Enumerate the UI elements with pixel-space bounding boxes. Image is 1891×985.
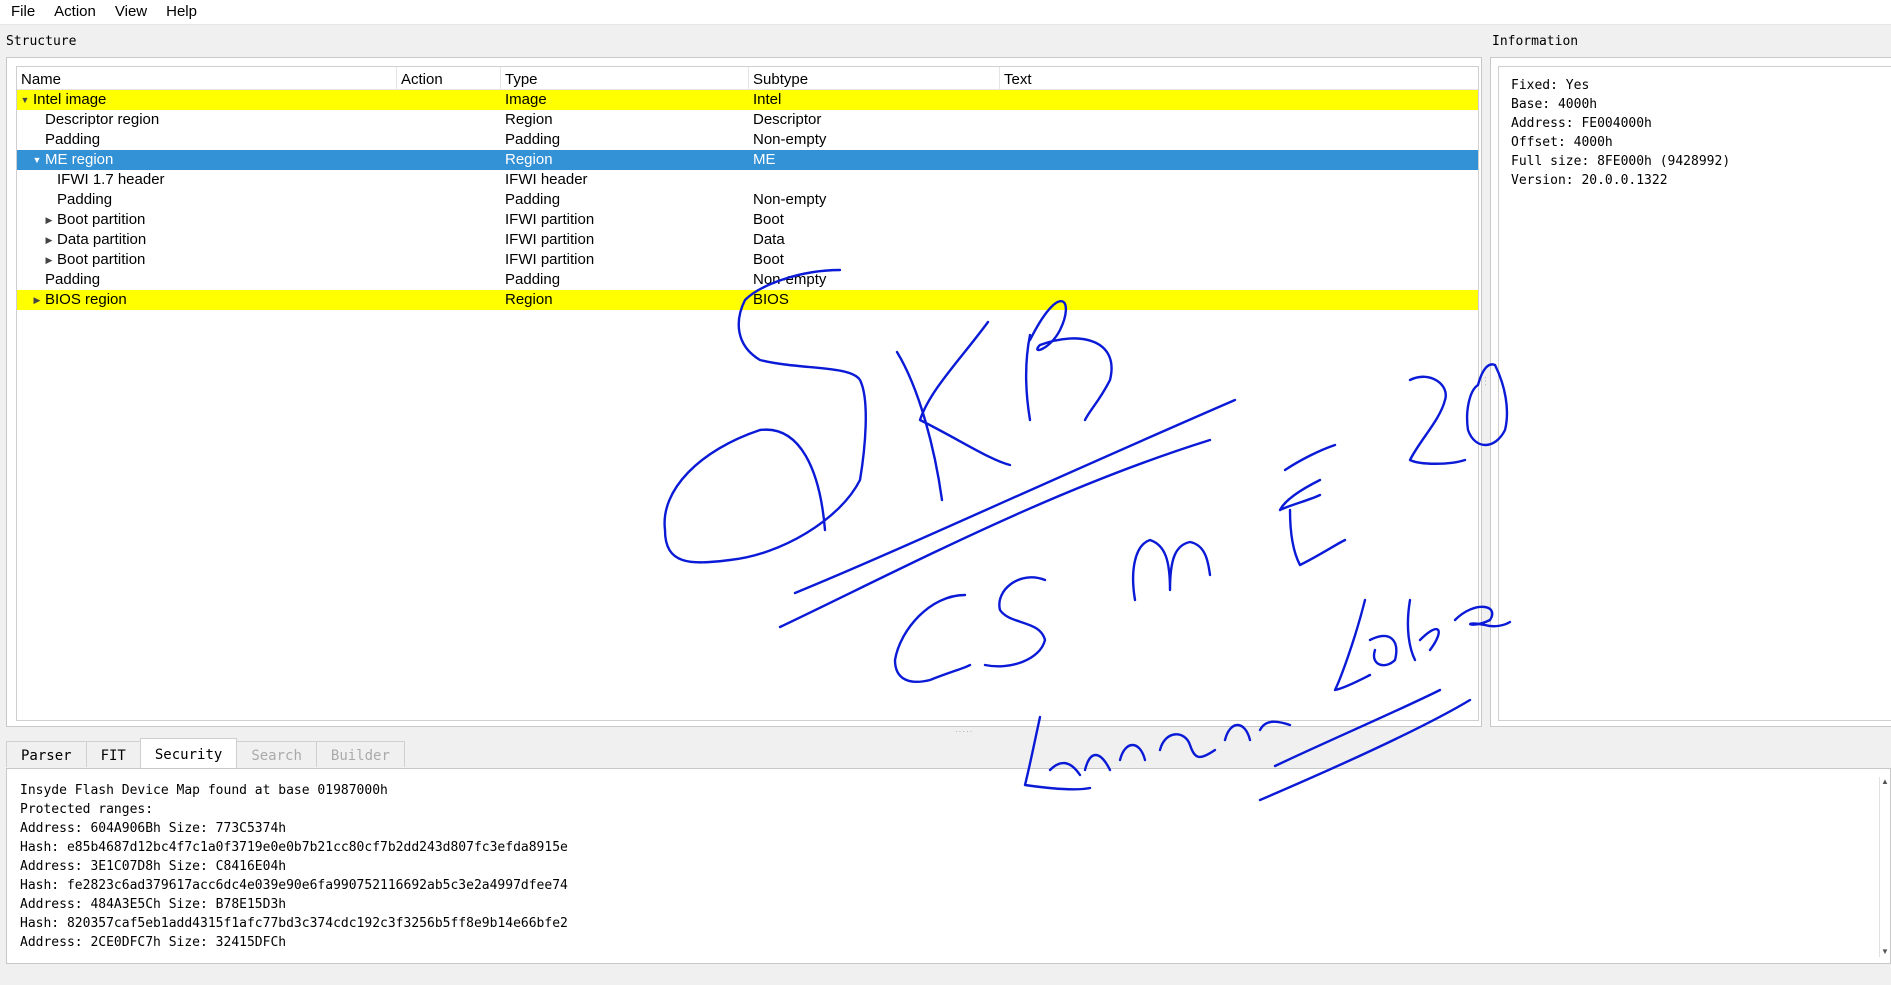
log-line: Address: 484A3E5Ch Size: B78E15D3h	[20, 897, 287, 912]
tab-parser[interactable]: Parser	[6, 741, 87, 767]
cell-type: IFWI partition	[505, 251, 595, 268]
vertical-splitter-handle[interactable]: ···	[1481, 376, 1490, 387]
menu-action[interactable]: Action	[43, 0, 104, 24]
cell-subtype: Boot	[753, 211, 784, 228]
tree-row[interactable]: ▶ Boot partition IFWI partition Boot	[17, 250, 1478, 270]
cell-subtype: Intel	[753, 91, 782, 108]
collapse-arrow-icon[interactable]: ▶	[43, 210, 55, 230]
bottom-tabs: Parser FIT Security Search Builder	[6, 738, 405, 768]
cell-name: ME region	[45, 151, 114, 168]
cell-subtype: Boot	[753, 251, 784, 268]
log-line: Protected ranges:	[20, 802, 154, 817]
cell-type: Region	[505, 291, 553, 308]
cell-type: IFWI partition	[505, 211, 595, 228]
cell-type: IFWI partition	[505, 231, 595, 248]
cell-subtype: Non-empty	[753, 131, 827, 148]
cell-name: Data partition	[57, 231, 147, 248]
menu-view-label: View	[114, 3, 148, 20]
information-panel: Fixed: Yes Base: 4000h Address: FE004000…	[1490, 57, 1891, 727]
log-line: Hash: 820357caf5eb1add4315f1afc77bd3c374…	[20, 916, 568, 931]
log-line: Hash: fe2823c6ad379617acc6dc4e039e90e6fa…	[20, 878, 568, 893]
tree-row[interactable]: IFWI 1.7 header IFWI header	[17, 170, 1478, 190]
cell-type: Padding	[505, 191, 561, 208]
tab-search: Search	[236, 741, 317, 767]
information-text[interactable]: Fixed: Yes Base: 4000h Address: FE004000…	[1498, 66, 1891, 721]
security-log[interactable]: Insyde Flash Device Map found at base 01…	[6, 768, 1891, 964]
cell-subtype: Non-empty	[753, 191, 827, 208]
cell-name: Boot partition	[57, 251, 146, 268]
tree-row[interactable]: ▶ BIOS region Region BIOS	[17, 290, 1478, 310]
cell-subtype: ME	[753, 151, 776, 168]
cell-type: Padding	[505, 271, 561, 288]
scroll-down-icon[interactable]: ▼	[1880, 947, 1890, 957]
log-line: Address: 2CE0DFC7h Size: 32415DFCh	[20, 935, 287, 950]
menu-file-label: File	[11, 3, 36, 20]
cell-subtype: Data	[753, 231, 785, 248]
structure-tree[interactable]: Name Action Type Subtype Text ▼ Intel ima…	[16, 66, 1479, 721]
information-label: Information	[1492, 34, 1579, 49]
column-header-type[interactable]: Type	[501, 67, 749, 89]
log-line: Address: 3E1C07D8h Size: C8416E04h	[20, 859, 287, 874]
collapse-arrow-icon[interactable]: ▶	[43, 250, 55, 270]
menu-view[interactable]: View	[104, 0, 155, 24]
expand-arrow-icon[interactable]: ▼	[31, 150, 43, 170]
column-header-name[interactable]: Name	[17, 67, 397, 89]
info-line: Base: 4000h	[1511, 97, 1598, 112]
tree-row[interactable]: Padding Padding Non-empty	[17, 190, 1478, 210]
column-header-text[interactable]: Text	[1000, 67, 1478, 89]
info-line: Full size: 8FE000h (9428992)	[1511, 154, 1731, 169]
cell-name: Padding	[57, 191, 113, 208]
structure-panel: Name Action Type Subtype Text ▼ Intel ima…	[6, 57, 1490, 727]
info-line: Version: 20.0.0.1322	[1511, 173, 1668, 188]
menu-action-label: Action	[54, 3, 96, 20]
cell-name: Intel image	[33, 91, 107, 108]
cell-type: IFWI header	[505, 171, 588, 188]
cell-subtype: Non-empty	[753, 271, 827, 288]
log-scrollbar[interactable]: ▲ ▼	[1879, 777, 1890, 957]
info-line: Fixed: Yes	[1511, 78, 1590, 93]
tree-row[interactable]: Padding Padding Non-empty	[17, 130, 1478, 150]
tree-row[interactable]: ▼ Intel image Image Intel	[17, 90, 1478, 110]
log-line: Address: 604A906Bh Size: 773C5374h	[20, 821, 287, 836]
tree-row[interactable]: Padding Padding Non-empty	[17, 270, 1478, 290]
collapse-arrow-icon[interactable]: ▶	[43, 230, 55, 250]
log-line: Insyde Flash Device Map found at base 01…	[20, 783, 388, 798]
menu-bar: File Action View Help	[0, 0, 1891, 25]
cell-type: Region	[505, 111, 553, 128]
tree-row[interactable]: ▶ Data partition IFWI partition Data	[17, 230, 1478, 250]
cell-name: Descriptor region	[45, 111, 160, 128]
scroll-up-icon[interactable]: ▲	[1880, 777, 1890, 787]
cell-type: Image	[505, 91, 547, 108]
column-header-subtype[interactable]: Subtype	[749, 67, 1000, 89]
tree-row[interactable]: ▼ ME region Region ME	[17, 150, 1478, 170]
tab-builder: Builder	[315, 741, 405, 767]
tree-row[interactable]: ▶ Boot partition IFWI partition Boot	[17, 210, 1478, 230]
tab-fit[interactable]: FIT	[85, 741, 141, 767]
cell-name: Padding	[45, 271, 101, 288]
cell-type: Region	[505, 151, 553, 168]
cell-name: Padding	[45, 131, 101, 148]
cell-name: Boot partition	[57, 211, 146, 228]
menu-help-label: Help	[166, 3, 197, 20]
collapse-arrow-icon[interactable]: ▶	[31, 290, 43, 310]
cell-name: BIOS region	[45, 291, 127, 308]
structure-label: Structure	[6, 34, 77, 49]
menu-file[interactable]: File	[0, 0, 43, 24]
cell-name: IFWI 1.7 header	[57, 171, 165, 188]
cell-subtype: BIOS	[753, 291, 789, 308]
horizontal-splitter-handle[interactable]: ·····	[955, 727, 973, 736]
column-header-action[interactable]: Action	[397, 67, 501, 89]
expand-arrow-icon[interactable]: ▼	[19, 90, 31, 110]
menu-help[interactable]: Help	[155, 0, 205, 24]
info-line: Address: FE004000h	[1511, 116, 1652, 131]
log-line: Hash: e85b4687d12bc4f7c1a0f3719e0e0b7b21…	[20, 840, 568, 855]
tree-row[interactable]: Descriptor region Region Descriptor	[17, 110, 1478, 130]
cell-subtype: Descriptor	[753, 111, 822, 128]
tree-header: Name Action Type Subtype Text	[17, 67, 1478, 90]
cell-type: Padding	[505, 131, 561, 148]
tab-security[interactable]: Security	[139, 738, 238, 768]
info-line: Offset: 4000h	[1511, 135, 1613, 150]
